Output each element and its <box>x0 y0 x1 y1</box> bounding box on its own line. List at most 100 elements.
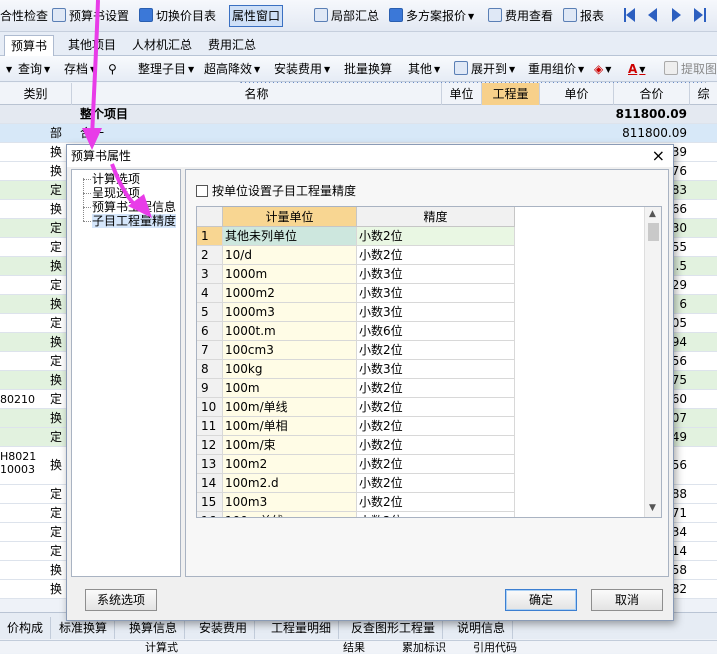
toolbar2-reuse-pricing[interactable]: 重用组价 ▼ <box>528 60 584 78</box>
tab-labor-material[interactable]: 人材机汇总 <box>126 35 198 56</box>
precision-cell[interactable]: 小数2位 <box>357 474 515 493</box>
toolbar-multi-quote[interactable]: 多方案报价 ▼ <box>389 6 474 26</box>
col-header-name[interactable]: 名称 <box>72 83 442 105</box>
precision-row[interactable]: 16100m单线小数2位 <box>197 512 645 517</box>
scroll-down-icon[interactable]: ▼ <box>649 503 656 513</box>
toolbar-check[interactable]: 合性检查 <box>0 6 48 26</box>
precision-cell[interactable]: 小数2位 <box>357 398 515 417</box>
toolbar2-expand-to[interactable]: 展开到 ▼ <box>454 60 515 78</box>
col-header-overall[interactable]: 综 <box>690 83 717 105</box>
unit-cell[interactable]: 100m2 <box>223 455 357 474</box>
toolbar-budget-settings[interactable]: 预算书设置 <box>52 6 129 26</box>
last-page-icon[interactable] <box>694 8 703 22</box>
cancel-button[interactable]: 取消 <box>591 589 663 611</box>
tree-item-display-options[interactable]: 呈现选项 <box>92 186 140 200</box>
prev-page-icon[interactable] <box>648 8 657 22</box>
tab-other-items[interactable]: 其他项目 <box>62 35 122 56</box>
ok-button[interactable]: 确定 <box>505 589 577 611</box>
unit-cell[interactable]: 100m/单线 <box>223 398 357 417</box>
precision-row[interactable]: 10 100m/单线 小数2位 <box>197 398 645 417</box>
unit-cell[interactable]: 100m2.d <box>223 474 357 493</box>
tab-budget[interactable]: 预算书 <box>4 35 55 56</box>
precision-row[interactable]: 4 1000m2 小数3位 <box>197 284 645 303</box>
unit-cell[interactable]: 100m <box>223 379 357 398</box>
binoculars-icon[interactable]: ⚲ <box>108 60 117 78</box>
toolbar2-organize[interactable]: 整理子目 ▼ <box>138 60 194 78</box>
precision-cell[interactable]: 小数2位 <box>357 436 515 455</box>
precision-cell[interactable]: 小数2位 <box>357 493 515 512</box>
toolbar-switch-pricelist[interactable]: 切换价目表 <box>139 6 216 26</box>
close-icon[interactable]: × <box>652 147 665 165</box>
col-header-type[interactable]: 类别 <box>0 83 72 105</box>
toolbar2-height-reduction[interactable]: 超高降效 ▼ <box>204 60 260 78</box>
toolbar-view-fees[interactable]: 费用查看 <box>488 6 553 26</box>
precision-cell[interactable]: 小数3位 <box>357 265 515 284</box>
precision-row[interactable]: 14 100m2.d 小数2位 <box>197 474 645 493</box>
precision-cell[interactable]: 小数2位 <box>357 379 515 398</box>
precision-cell[interactable]: 小数2位 <box>357 227 515 246</box>
precision-row[interactable]: 1 其他未列单位 小数2位 <box>197 227 645 246</box>
scroll-up-icon[interactable]: ▲ <box>649 209 656 219</box>
toolbar2-other[interactable]: 其他 ▼ <box>408 60 440 78</box>
tab-fee-summary[interactable]: 费用汇总 <box>202 35 262 56</box>
precision-row[interactable]: 8 100kg 小数3位 <box>197 360 645 379</box>
unit-precision-checkbox[interactable]: 按单位设置子目工程量精度 <box>196 182 356 199</box>
precision-cell[interactable]: 小数3位 <box>357 303 515 322</box>
col-header-price[interactable]: 单价 <box>540 83 614 105</box>
toolbar2-batch-convert[interactable]: 批量换算 <box>344 60 392 78</box>
precision-row[interactable]: 11 100m/单相 小数2位 <box>197 417 645 436</box>
col-header-total[interactable]: 合价 <box>614 83 690 105</box>
toolbar2-query[interactable]: 查询 ▼ <box>18 60 50 78</box>
col-header-quantity[interactable]: 工程量 <box>482 83 540 105</box>
tree-item-calc-options[interactable]: 计算选项 <box>92 172 140 186</box>
precision-row[interactable]: 9 100m 小数2位 <box>197 379 645 398</box>
unit-cell[interactable]: 100m3 <box>223 493 357 512</box>
precision-cell[interactable]: 小数2位 <box>357 341 515 360</box>
toolbar-report[interactable]: 报表 <box>563 6 604 26</box>
fill-color-icon[interactable]: ◈ ▼ <box>594 60 611 78</box>
precision-row[interactable]: 6 1000t.m 小数6位 <box>197 322 645 341</box>
unit-cell[interactable]: 100m/单相 <box>223 417 357 436</box>
precision-cell[interactable]: 小数2位 <box>357 512 515 517</box>
first-page-icon[interactable] <box>626 8 635 22</box>
grid-scrollbar[interactable]: ▲ ▼ <box>644 207 661 517</box>
precision-row[interactable]: 12 100m/束 小数2位 <box>197 436 645 455</box>
precision-row[interactable]: 15 100m3 小数2位 <box>197 493 645 512</box>
scroll-thumb[interactable] <box>648 223 659 241</box>
table-row[interactable]: 整个项目 811800.09 <box>0 105 717 124</box>
unit-cell[interactable]: 100m单线 <box>223 512 357 517</box>
tree-item-project-info[interactable]: 预算书工程信息 <box>92 200 176 214</box>
precision-row[interactable]: 3 1000m 小数3位 <box>197 265 645 284</box>
precision-row[interactable]: 7 100cm3 小数2位 <box>197 341 645 360</box>
font-color-icon[interactable]: A ▼ <box>628 60 645 78</box>
grid-header-precision[interactable]: 精度 <box>357 207 515 227</box>
unit-cell[interactable]: 1000m2 <box>223 284 357 303</box>
unit-cell[interactable]: 100m/束 <box>223 436 357 455</box>
table-row[interactable]: 部 合一 811800.09 <box>0 124 717 143</box>
grid-header-unit[interactable]: 计量单位 <box>223 207 357 227</box>
toolbar2-archive[interactable]: 存档 ▼ <box>64 60 96 78</box>
toolbar2-extract[interactable]: 提取图 <box>664 60 717 78</box>
col-header-unit[interactable]: 单位 <box>442 83 482 105</box>
next-page-icon[interactable] <box>672 8 681 22</box>
precision-row[interactable]: 2 10/d 小数2位 <box>197 246 645 265</box>
precision-cell[interactable]: 小数2位 <box>357 246 515 265</box>
toolbar-property-window[interactable]: 属性窗口 <box>229 5 706 354</box>
dialog-title-bar[interactable]: 预算书属性 × <box>67 145 673 167</box>
precision-cell[interactable]: 小数3位 <box>357 284 515 303</box>
unit-cell[interactable]: 1000m <box>223 265 357 284</box>
system-options-button[interactable]: 系统选项 <box>85 589 157 611</box>
unit-cell[interactable]: 100cm3 <box>223 341 357 360</box>
unit-cell[interactable]: 10/d <box>223 246 357 265</box>
unit-cell[interactable]: 1000m3 <box>223 303 357 322</box>
precision-row[interactable]: 5 1000m3 小数3位 <box>197 303 645 322</box>
precision-row[interactable]: 13 100m2 小数2位 <box>197 455 645 474</box>
precision-cell[interactable]: 小数2位 <box>357 417 515 436</box>
precision-cell[interactable]: 小数6位 <box>357 322 515 341</box>
precision-cell[interactable]: 小数2位 <box>357 455 515 474</box>
unit-cell[interactable]: 100kg <box>223 360 357 379</box>
tab-price-composition[interactable]: 价构成 <box>0 617 52 639</box>
toolbar2-install-fee[interactable]: 安装费用 ▼ <box>274 60 330 78</box>
unit-cell[interactable]: 1000t.m <box>223 322 357 341</box>
unit-cell[interactable]: 其他未列单位 <box>223 227 357 246</box>
